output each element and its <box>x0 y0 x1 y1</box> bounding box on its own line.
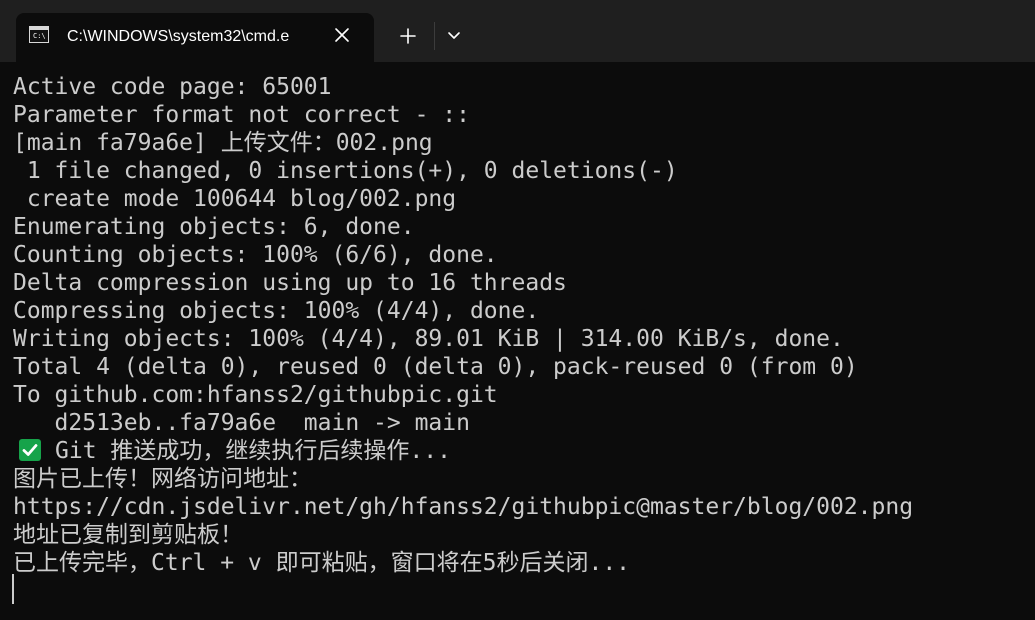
terminal-line: Enumerating objects: 6, done. <box>13 214 415 240</box>
terminal-line: Delta compression using up to 16 threads <box>13 270 567 296</box>
terminal-icon: C:\ <box>29 26 49 43</box>
terminal-line: d2513eb..fa79a6e main -> main <box>13 410 470 436</box>
terminal-line: Compressing objects: 100% (4/4), done. <box>13 298 540 324</box>
terminal-line: To github.com:hfanss2/githubpic.git <box>13 382 498 408</box>
terminal-line: create mode 100644 blog/002.png <box>13 186 457 212</box>
tab-title: C:\WINDOWS\system32\cmd.e <box>67 28 290 45</box>
terminal-line: Writing objects: 100% (4/4), 89.01 KiB |… <box>13 326 844 352</box>
chevron-down-icon[interactable] <box>440 22 468 50</box>
terminal-line: 图片已上传！网络访问地址： <box>13 466 312 492</box>
terminal-line: Parameter format not correct - :: <box>13 102 470 128</box>
terminal-line: Git 推送成功，继续执行后续操作... <box>55 438 451 464</box>
text-cursor <box>12 574 14 604</box>
tab-strip: C:\ C:\WINDOWS\system32\cmd.e <box>0 0 1035 62</box>
tab-cmd[interactable]: C:\ C:\WINDOWS\system32\cmd.e <box>16 13 374 62</box>
terminal-line: 1 file changed, 0 insertions(+), 0 delet… <box>13 158 678 184</box>
terminal-window: C:\ C:\WINDOWS\system32\cmd.e Active cod… <box>0 0 1035 620</box>
tab-divider <box>434 22 435 50</box>
terminal-line: Counting objects: 100% (6/6), done. <box>13 242 498 268</box>
terminal-line: 地址已复制到剪贴板！ <box>13 522 243 548</box>
terminal-line: 已上传完毕，Ctrl + v 即可粘贴，窗口将在5秒后关闭... <box>13 550 631 576</box>
plus-icon[interactable] <box>392 22 424 50</box>
terminal-line: https://cdn.jsdelivr.net/gh/hfanss2/gith… <box>13 494 914 520</box>
terminal-line: Active code page: 65001 <box>13 74 332 100</box>
close-icon[interactable] <box>332 25 352 45</box>
terminal-line: [main fa79a6e] 上传文件：002.png <box>13 130 433 156</box>
terminal-output[interactable]: Active code page: 65001 Parameter format… <box>0 62 1035 620</box>
terminal-line: Total 4 (delta 0), reused 0 (delta 0), p… <box>13 354 858 380</box>
svg-text:C:\: C:\ <box>33 32 46 40</box>
check-mark-icon <box>19 439 41 461</box>
